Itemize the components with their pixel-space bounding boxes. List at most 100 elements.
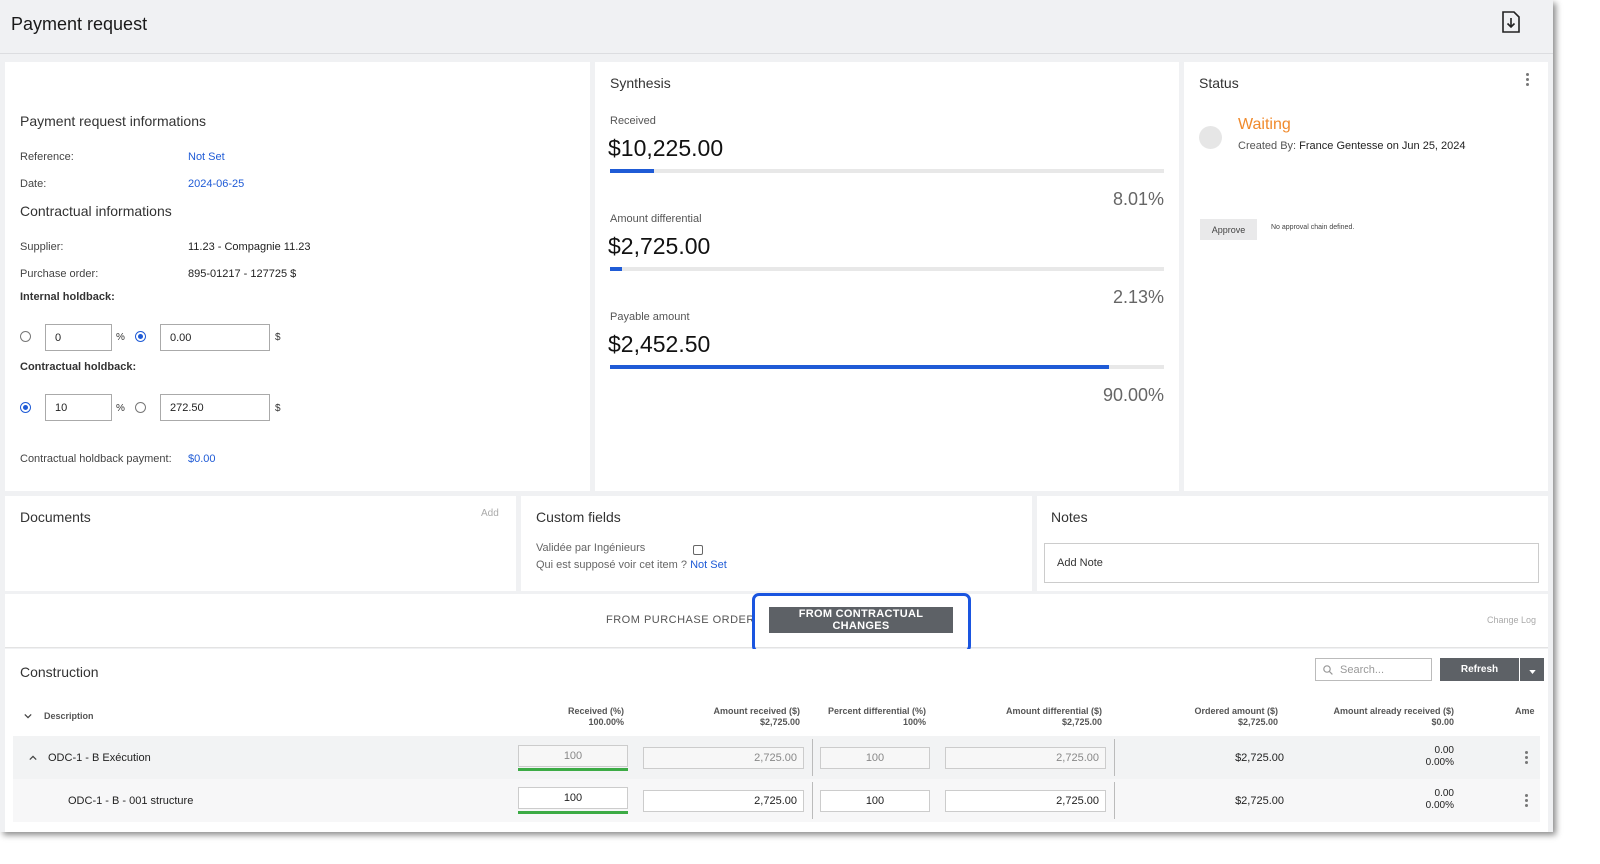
row-description: ODC-1 - B - 001 structure (68, 795, 194, 807)
col-percent-diff-total: 100% (902, 717, 926, 727)
internal-holdback-pct-input[interactable] (45, 324, 112, 351)
payable-amount-progress-fill (610, 365, 1109, 369)
purchase-order-label: Purchase order: (20, 268, 99, 280)
row-ordered-amount: $2,725.00 (1235, 795, 1284, 807)
amount-differential-value: $2,725.00 (608, 233, 711, 259)
highlight-box (752, 593, 971, 653)
row-amount-received-input[interactable]: 2,725.00 (643, 790, 804, 812)
top-bar: Payment request (0, 0, 1553, 54)
contractual-holdback-amount-radio[interactable] (135, 402, 146, 413)
row-amount-received-input: 2,725.00 (643, 747, 804, 769)
row-menu-icon[interactable] (1525, 794, 1528, 807)
documents-panel: Documents Add (5, 496, 516, 591)
created-date: Jun 25, 2024 (1401, 140, 1466, 152)
row-amount-diff-input[interactable]: 2,725.00 (945, 790, 1106, 812)
collapse-all-chevron-icon[interactable] (24, 713, 32, 719)
col-percent-diff: Percent differential (%) 100% (828, 706, 926, 728)
custom-fields-panel: Custom fields Validée par Ingénieurs Qui… (521, 496, 1032, 591)
approve-button[interactable]: Approve (1200, 219, 1257, 240)
chevron-down-icon (1528, 670, 1536, 674)
row-received-pct-input: 100 (518, 745, 628, 767)
reference-label: Reference: (20, 151, 74, 163)
row-already-amount: 0.00 (1434, 745, 1454, 756)
custom-field1-checkbox[interactable] (693, 545, 703, 555)
internal-holdback-pct-radio[interactable] (20, 331, 31, 342)
holdback-payment-value[interactable]: $0.00 (188, 453, 216, 465)
col-received-pct-total: 100.00% (588, 717, 624, 727)
synthesis-title: Synthesis (610, 75, 671, 91)
col-already-received-total: $0.00 (1431, 717, 1454, 727)
row-percent-diff-input: 100 (820, 747, 930, 769)
date-value[interactable]: 2024-06-25 (188, 178, 244, 190)
export-download-icon[interactable] (1501, 11, 1521, 33)
amount-differential-percent: 2.13% (1112, 287, 1164, 307)
construction-title: Construction (20, 664, 99, 680)
contractual-holdback-label: Contractual holdback: (20, 361, 137, 373)
table-row: ODC-1 - B - 001 structure 100 2,725.00 1… (13, 779, 1540, 822)
status-title: Status (1199, 75, 1239, 91)
notes-title: Notes (1051, 509, 1088, 525)
reference-value[interactable]: Not Set (188, 151, 225, 163)
col-received-pct-label: Received (%) (567, 706, 624, 716)
add-note-input[interactable]: Add Note (1044, 543, 1539, 583)
payable-amount-value: $2,452.50 (608, 331, 711, 357)
holdback-payment-label: Contractual holdback payment: (20, 453, 172, 465)
row-already-pct: 0.00% (1425, 800, 1454, 811)
status-panel: Status Waiting Created By: France Gentes… (1184, 62, 1548, 491)
refresh-button[interactable]: Refresh (1440, 658, 1519, 681)
row-received-progress (518, 768, 628, 771)
chevron-up-icon[interactable] (29, 755, 37, 761)
created-on-prefix: on (1386, 140, 1399, 152)
row-received-pct-input[interactable]: 100 (518, 787, 628, 809)
col-description: Description (44, 711, 94, 721)
supplier-label: Supplier: (20, 241, 64, 253)
col-amount-received: Amount received ($) $2,725.00 (713, 706, 800, 728)
received-value: $10,225.00 (608, 135, 724, 161)
documents-add-link[interactable]: Add (481, 508, 499, 519)
purchase-order-value: 895-01217 - 127725 $ (188, 268, 297, 280)
contractual-holdback-pct-input[interactable] (45, 394, 112, 421)
internal-holdback-amount-radio[interactable] (135, 331, 146, 342)
received-label: Received (610, 115, 656, 127)
notes-panel: Notes Add Note (1037, 496, 1548, 591)
col-ordered-amount: Ordered amount ($) $2,725.00 (1194, 706, 1278, 728)
column-separator (812, 782, 813, 819)
row-amount-diff-input: 2,725.00 (945, 747, 1106, 769)
col-received-pct: Received (%) 100.00% (568, 706, 624, 728)
status-avatar (1199, 126, 1222, 149)
internal-holdback-amount-input[interactable] (160, 324, 270, 351)
status-menu-icon[interactable] (1526, 73, 1529, 86)
info-section-title: Payment request informations (20, 113, 206, 129)
row-percent-diff-input[interactable]: 100 (820, 790, 930, 812)
amount-differential-progress-bar (610, 267, 1164, 271)
col-percent-diff-label: Percent differential (%) (827, 706, 926, 716)
tab-from-purchase-order[interactable]: FROM PURCHASE ORDER (606, 614, 755, 626)
row-already-amount: 0.00 (1434, 788, 1454, 799)
pct-unit: % (116, 332, 125, 343)
contractual-section-title: Contractual informations (20, 203, 172, 219)
change-log-link[interactable]: Change Log (1487, 615, 1536, 625)
col-amount-diff: Amount differential ($) $2,725.00 (1006, 706, 1102, 728)
column-separator (1114, 739, 1115, 776)
construction-panel: Construction Search... Refresh Descripti… (5, 649, 1548, 832)
custom-field2-value[interactable]: Not Set (690, 559, 727, 571)
info-panel: Payment request informations Reference: … (5, 62, 590, 491)
dollar-unit: $ (275, 332, 281, 343)
documents-title: Documents (20, 509, 91, 525)
payable-amount-label: Payable amount (610, 311, 690, 323)
row-menu-icon[interactable] (1525, 751, 1528, 764)
custom-field2-line: Qui est supposé voir cet item ? Not Set (536, 559, 727, 571)
col-amount-received-total: $2,725.00 (759, 717, 800, 727)
contractual-holdback-pct-radio[interactable] (20, 402, 31, 413)
col-already-received: Amount already received ($) $0.00 (1333, 706, 1454, 728)
received-progress-bar (610, 169, 1164, 173)
refresh-dropdown-button[interactable] (1520, 658, 1544, 681)
status-created-line: Created By: France Gentesse on Jun 25, 2… (1238, 140, 1466, 152)
row-already-received: 0.00 0.00% (1426, 788, 1454, 812)
search-icon (1323, 665, 1333, 675)
row-already-received: 0.00 0.00% (1426, 745, 1454, 769)
row-description: ODC-1 - B Exécution (48, 752, 151, 764)
row-already-pct: 0.00% (1425, 757, 1454, 768)
contractual-holdback-amount-input[interactable] (160, 394, 270, 421)
created-by-name: France Gentesse (1299, 140, 1384, 152)
